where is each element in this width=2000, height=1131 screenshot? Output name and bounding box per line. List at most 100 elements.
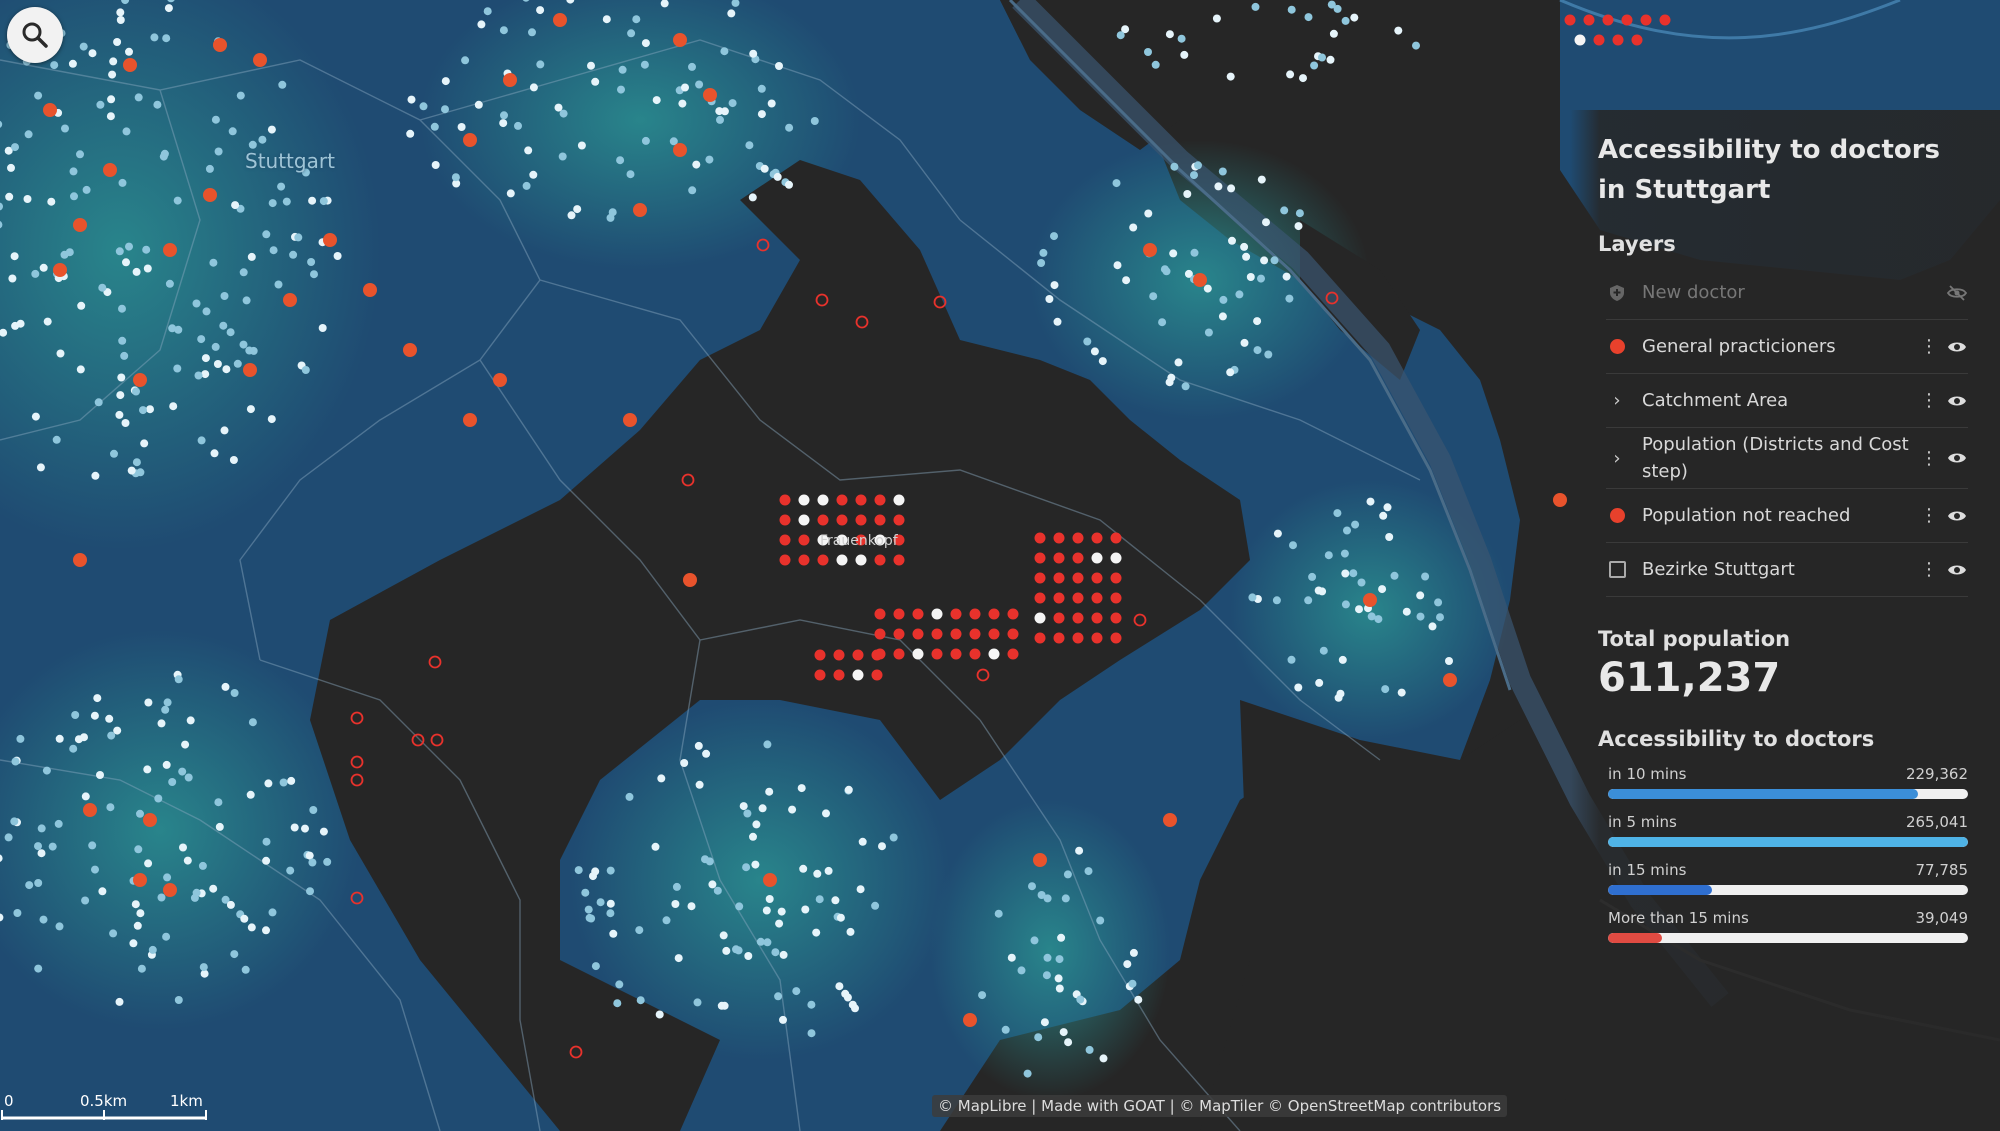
doctor-dot[interactable] <box>963 1013 977 1027</box>
population-dot <box>1149 292 1158 301</box>
population-dot <box>169 402 178 411</box>
doctor-dot[interactable] <box>53 263 67 277</box>
more-vertical-icon[interactable]: ⋮ <box>1920 559 1938 580</box>
doctor-dot[interactable] <box>73 553 87 567</box>
doctor-dot[interactable] <box>83 803 97 817</box>
population-dot <box>231 201 240 210</box>
population-dot <box>98 887 107 896</box>
doctor-dot[interactable] <box>403 343 417 357</box>
doctor-dot[interactable] <box>1193 273 1207 287</box>
population-dot <box>749 832 757 841</box>
map-attribution[interactable]: © MapLibre | Made with GOAT | © MapTiler… <box>932 1095 1508 1117</box>
doctor-dot[interactable] <box>203 188 217 202</box>
eye-icon[interactable] <box>1946 451 1968 465</box>
doctor-dot[interactable] <box>133 373 147 387</box>
not-reached-dot <box>1110 632 1122 644</box>
population-dot <box>122 127 131 136</box>
more-vertical-icon[interactable]: ⋮ <box>1920 505 1938 526</box>
eye-off-icon[interactable] <box>1946 284 1968 301</box>
more-vertical-icon[interactable]: ⋮ <box>1920 390 1938 411</box>
not-reached-dot <box>1091 572 1103 584</box>
doctor-dot[interactable] <box>1143 243 1157 257</box>
doctor-dot[interactable] <box>1443 673 1457 687</box>
population-dot <box>606 909 615 918</box>
eye-icon[interactable] <box>1946 340 1968 354</box>
doctor-dot[interactable] <box>123 58 137 72</box>
not-reached-dot <box>836 514 848 526</box>
chevron-right-icon[interactable]: › <box>1606 390 1628 411</box>
doctor-dot[interactable] <box>163 883 177 897</box>
population-dot <box>1295 209 1304 218</box>
population-dot <box>1434 598 1443 607</box>
doctor-dot[interactable] <box>323 233 337 247</box>
population-dot <box>81 792 90 801</box>
panel-title-line1: Accessibility to doctors <box>1598 135 1941 165</box>
more-vertical-icon[interactable]: ⋮ <box>1920 336 1938 357</box>
doctor-dot[interactable] <box>163 243 177 257</box>
doctor-dot[interactable] <box>623 413 637 427</box>
doctor-dot[interactable] <box>463 133 477 147</box>
population-dot <box>878 842 886 851</box>
doctor-dot[interactable] <box>43 103 57 117</box>
more-vertical-icon[interactable]: ⋮ <box>1920 448 1938 469</box>
eye-icon[interactable] <box>1946 394 1968 408</box>
population-dot <box>1122 276 1131 285</box>
doctor-dot[interactable] <box>463 413 477 427</box>
doctor-dot[interactable] <box>143 813 157 827</box>
doctor-dot[interactable] <box>253 53 267 67</box>
layer-bezirke-stuttgart[interactable]: Bezirke Stuttgart ⋮ <box>1606 543 1968 597</box>
population-dot <box>164 4 173 13</box>
population-dot <box>1270 256 1279 265</box>
layer-general-practicioners[interactable]: General practicioners ⋮ <box>1606 320 1968 374</box>
doctor-dot[interactable] <box>553 13 567 27</box>
doctor-dot[interactable] <box>243 363 257 377</box>
accessibility-row: in 5 mins 265,041 <box>1608 813 1968 847</box>
doctor-dot[interactable] <box>1363 593 1377 607</box>
population-dot <box>120 351 129 360</box>
checkbox-icon[interactable] <box>1606 561 1628 578</box>
population-dot <box>205 164 214 173</box>
layer-population-districts[interactable]: › Population (Districts and Cost step) ⋮ <box>1606 428 1968 489</box>
not-reached-dot <box>1072 592 1084 604</box>
population-dot <box>184 773 193 782</box>
doctor-dot[interactable] <box>673 143 687 157</box>
doctor-dot[interactable] <box>503 73 517 87</box>
population-dot <box>4 833 13 842</box>
doctor-dot[interactable] <box>703 88 717 102</box>
population-dot <box>1194 161 1202 170</box>
search-button[interactable] <box>7 7 63 63</box>
doctor-dot[interactable] <box>73 218 87 232</box>
population-dot <box>822 809 830 818</box>
not-reached-dot <box>874 514 886 526</box>
population-dot <box>144 859 153 868</box>
chevron-right-icon[interactable]: › <box>1606 448 1628 469</box>
not-reached-dot <box>1640 14 1652 26</box>
population-dot <box>307 258 316 266</box>
doctor-dot[interactable] <box>673 33 687 47</box>
doctor-dot[interactable] <box>633 203 647 217</box>
population-dot <box>262 856 271 865</box>
doctor-dot[interactable] <box>1553 493 1567 507</box>
doctor-dot[interactable] <box>1163 813 1177 827</box>
doctor-dot[interactable] <box>103 163 117 177</box>
doctor-dot[interactable] <box>213 38 227 52</box>
doctor-dot[interactable] <box>283 293 297 307</box>
eye-icon[interactable] <box>1946 509 1968 523</box>
doctor-dot[interactable] <box>363 283 377 297</box>
population-dot <box>672 882 681 891</box>
scale-label-zero: 0 <box>4 1092 14 1110</box>
eye-icon[interactable] <box>1946 563 1968 577</box>
layer-population-not-reached[interactable]: Population not reached ⋮ <box>1606 489 1968 543</box>
doctor-dot[interactable] <box>133 873 147 887</box>
doctor-dot[interactable] <box>1033 853 1047 867</box>
layer-new-doctor[interactable]: New doctor <box>1606 266 1968 320</box>
population-dot <box>1050 281 1059 290</box>
doctor-dot[interactable] <box>683 573 697 587</box>
doctor-dot[interactable] <box>493 373 507 387</box>
population-dot <box>157 719 166 728</box>
layer-catchment-area[interactable]: › Catchment Area ⋮ <box>1606 374 1968 428</box>
population-dot <box>1378 585 1387 594</box>
doctor-dot[interactable] <box>763 873 777 887</box>
not-reached-dot <box>1631 34 1643 46</box>
population-dot <box>762 906 771 915</box>
